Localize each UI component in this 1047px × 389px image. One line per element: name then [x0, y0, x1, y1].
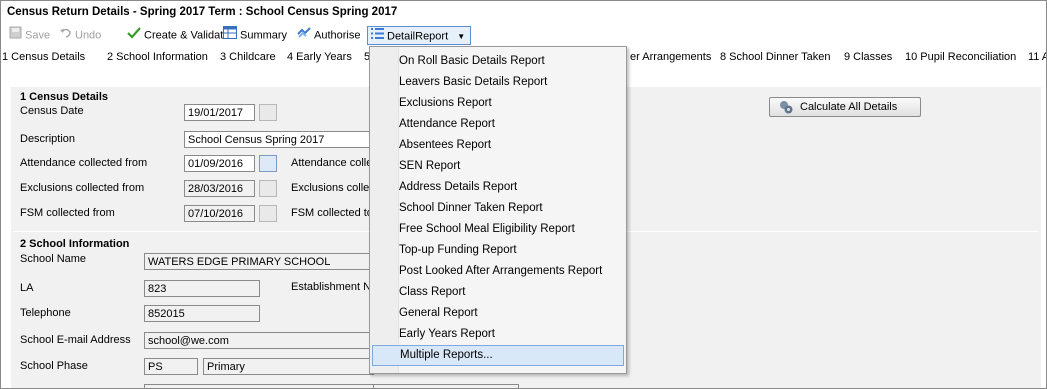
attendance-calendar-icon[interactable]	[259, 155, 277, 172]
description-label: Description	[20, 133, 76, 145]
email-label: School E-mail Address	[20, 334, 131, 346]
email-field[interactable]: school@we.com	[144, 332, 374, 349]
fsm-calendar-icon	[259, 205, 277, 222]
menu-item[interactable]: General Report	[372, 303, 624, 324]
window-title: Census Return Details - Spring 2017 Term…	[1, 1, 1046, 23]
census-date-calendar-icon	[259, 104, 277, 121]
save-icon	[9, 26, 22, 45]
school-phase-code-field[interactable]: PS	[144, 358, 198, 375]
exclusions-to-label: Exclusions colle	[291, 182, 370, 194]
save-label: Save	[25, 29, 51, 42]
list-icon	[371, 27, 384, 46]
attendance-from-label: Attendance collected from	[20, 157, 148, 169]
undo-button[interactable]: Undo	[59, 26, 101, 44]
authorise-icon	[297, 26, 311, 45]
tab-school-dinner[interactable]: 8 School Dinner Taken	[720, 47, 830, 67]
tab-childcare[interactable]: 3 Childcare	[220, 47, 276, 67]
table-icon	[223, 26, 237, 45]
tab-census-details[interactable]: 1 Census Details	[2, 47, 85, 67]
fsm-from-label: FSM collected from	[20, 207, 115, 219]
school-name-field[interactable]: WATERS EDGE PRIMARY SCHOOL	[144, 253, 374, 270]
partial-field	[373, 384, 519, 388]
fsm-from-field[interactable]: 07/10/2016	[184, 205, 255, 222]
menu-item[interactable]: Attendance Report	[372, 114, 624, 135]
menu-item[interactable]: School Dinner Taken Report	[372, 198, 624, 219]
la-label: LA	[20, 282, 34, 294]
exclusions-from-field[interactable]: 28/03/2016	[184, 180, 255, 197]
menu-item[interactable]: Top-up Funding Report	[372, 240, 624, 261]
tab-early-years[interactable]: 4 Early Years	[287, 47, 352, 67]
menu-item[interactable]: Address Details Report	[372, 177, 624, 198]
menu-item[interactable]: Multiple Reports...	[372, 345, 624, 366]
tab-11[interactable]: 11 A	[1028, 47, 1046, 67]
tab-post-looked-after[interactable]: er Arrangements	[630, 47, 711, 67]
school-phase-field[interactable]: Primary	[203, 358, 374, 375]
summary-label: Summary	[240, 29, 288, 42]
menu-item[interactable]: Absentees Report	[372, 135, 624, 156]
dropdown-arrow-icon: ▼	[457, 32, 466, 42]
census-date-field[interactable]: 19/01/2017	[184, 104, 255, 121]
toolbar: Save Undo Create & Validate Summary Auth…	[1, 23, 1046, 47]
school-information-heading: 2 School Information	[20, 238, 130, 250]
attendance-from-field[interactable]: 01/09/2016	[184, 155, 255, 172]
undo-label: Undo	[75, 29, 102, 42]
menu-item[interactable]: Post Looked After Arrangements Report	[372, 261, 624, 282]
census-date-label: Census Date	[20, 105, 84, 117]
create-validate-button[interactable]: Create & Validate	[127, 26, 229, 44]
school-name-label: School Name	[20, 253, 87, 265]
calculator-icon	[779, 100, 793, 120]
exclusions-calendar-icon	[259, 180, 277, 197]
telephone-field[interactable]: 852015	[144, 305, 260, 322]
establishment-label: Establishment N	[291, 281, 372, 293]
authorise-label: Authorise	[314, 29, 361, 42]
menu-item[interactable]: Leavers Basic Details Report	[372, 72, 624, 93]
menu-item[interactable]: Exclusions Report	[372, 93, 624, 114]
telephone-label: Telephone	[20, 307, 71, 319]
menu-item[interactable]: Class Report	[372, 282, 624, 303]
tab-classes[interactable]: 9 Classes	[844, 47, 892, 67]
save-button[interactable]: Save	[9, 26, 50, 44]
description-field[interactable]: School Census Spring 2017	[184, 131, 374, 148]
checkmark-icon	[127, 26, 141, 45]
calculate-all-details-button[interactable]: Calculate All Details	[769, 97, 921, 117]
summary-button[interactable]: Summary	[223, 26, 287, 44]
school-phase-label: School Phase	[20, 360, 88, 372]
detail-report-dropdown[interactable]: DetailReport ▼	[367, 26, 472, 46]
exclusions-from-label: Exclusions collected from	[20, 182, 145, 194]
menu-item[interactable]: Free School Meal Eligibility Report	[372, 219, 624, 240]
tab-school-information[interactable]: 2 School Information	[107, 47, 208, 67]
detail-report-label: DetailReport	[387, 30, 449, 43]
menu-item[interactable]: Early Years Report	[372, 324, 624, 345]
census-details-heading: 1 Census Details	[20, 91, 109, 103]
detail-report-menu: On Roll Basic Details Report Leavers Basi…	[369, 46, 627, 374]
menu-item[interactable]: SEN Report	[372, 156, 624, 177]
menu-item[interactable]: On Roll Basic Details Report	[372, 51, 624, 72]
calculate-label: Calculate All Details	[800, 101, 898, 113]
tab-pupil-reconciliation[interactable]: 10 Pupil Reconciliation	[905, 47, 1016, 67]
attendance-to-label: Attendance colle	[291, 157, 373, 169]
census-return-window: Census Return Details - Spring 2017 Term…	[0, 0, 1047, 389]
fsm-to-label: FSM collected to	[291, 207, 373, 219]
undo-icon	[59, 26, 72, 45]
create-validate-label: Create & Validate	[144, 29, 230, 42]
la-field[interactable]: 823	[144, 280, 260, 297]
authorise-button[interactable]: Authorise	[297, 26, 360, 44]
